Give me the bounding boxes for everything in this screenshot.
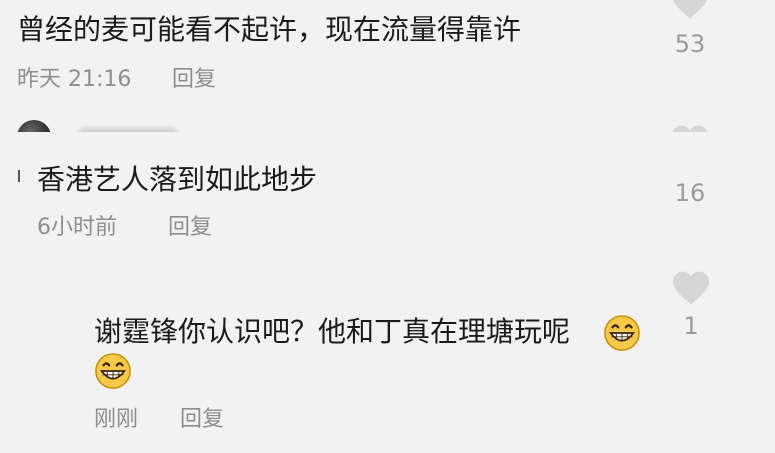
comment-time: 昨天 21:16 <box>17 67 132 92</box>
like-heart-icon[interactable] <box>671 270 711 306</box>
comment-text: 曾经的麦可能看不起许，现在流量得靠许 <box>17 13 522 46</box>
grinning-face-emoji-icon <box>603 314 641 352</box>
screenshot-cut-band <box>0 132 775 162</box>
comment-time: 刚刚 <box>94 407 139 432</box>
like-count: 1 <box>683 312 699 340</box>
comment-text: 香港艺人落到如此地步 <box>37 163 318 196</box>
comment-text: 谢霆锋你认识吧？他和丁真在理塘玩呢 <box>94 315 571 348</box>
like-count: 16 <box>674 179 706 207</box>
like-count: 53 <box>674 30 706 58</box>
comment-time: 6小时前 <box>37 215 117 240</box>
like-heart-icon[interactable] <box>670 0 710 20</box>
reply-button[interactable]: 回复 <box>172 66 216 94</box>
text-edge-mark <box>18 170 20 182</box>
reply-button[interactable]: 回复 <box>180 406 224 434</box>
reply-button[interactable]: 回复 <box>168 214 212 242</box>
grinning-face-emoji-icon <box>94 352 132 390</box>
